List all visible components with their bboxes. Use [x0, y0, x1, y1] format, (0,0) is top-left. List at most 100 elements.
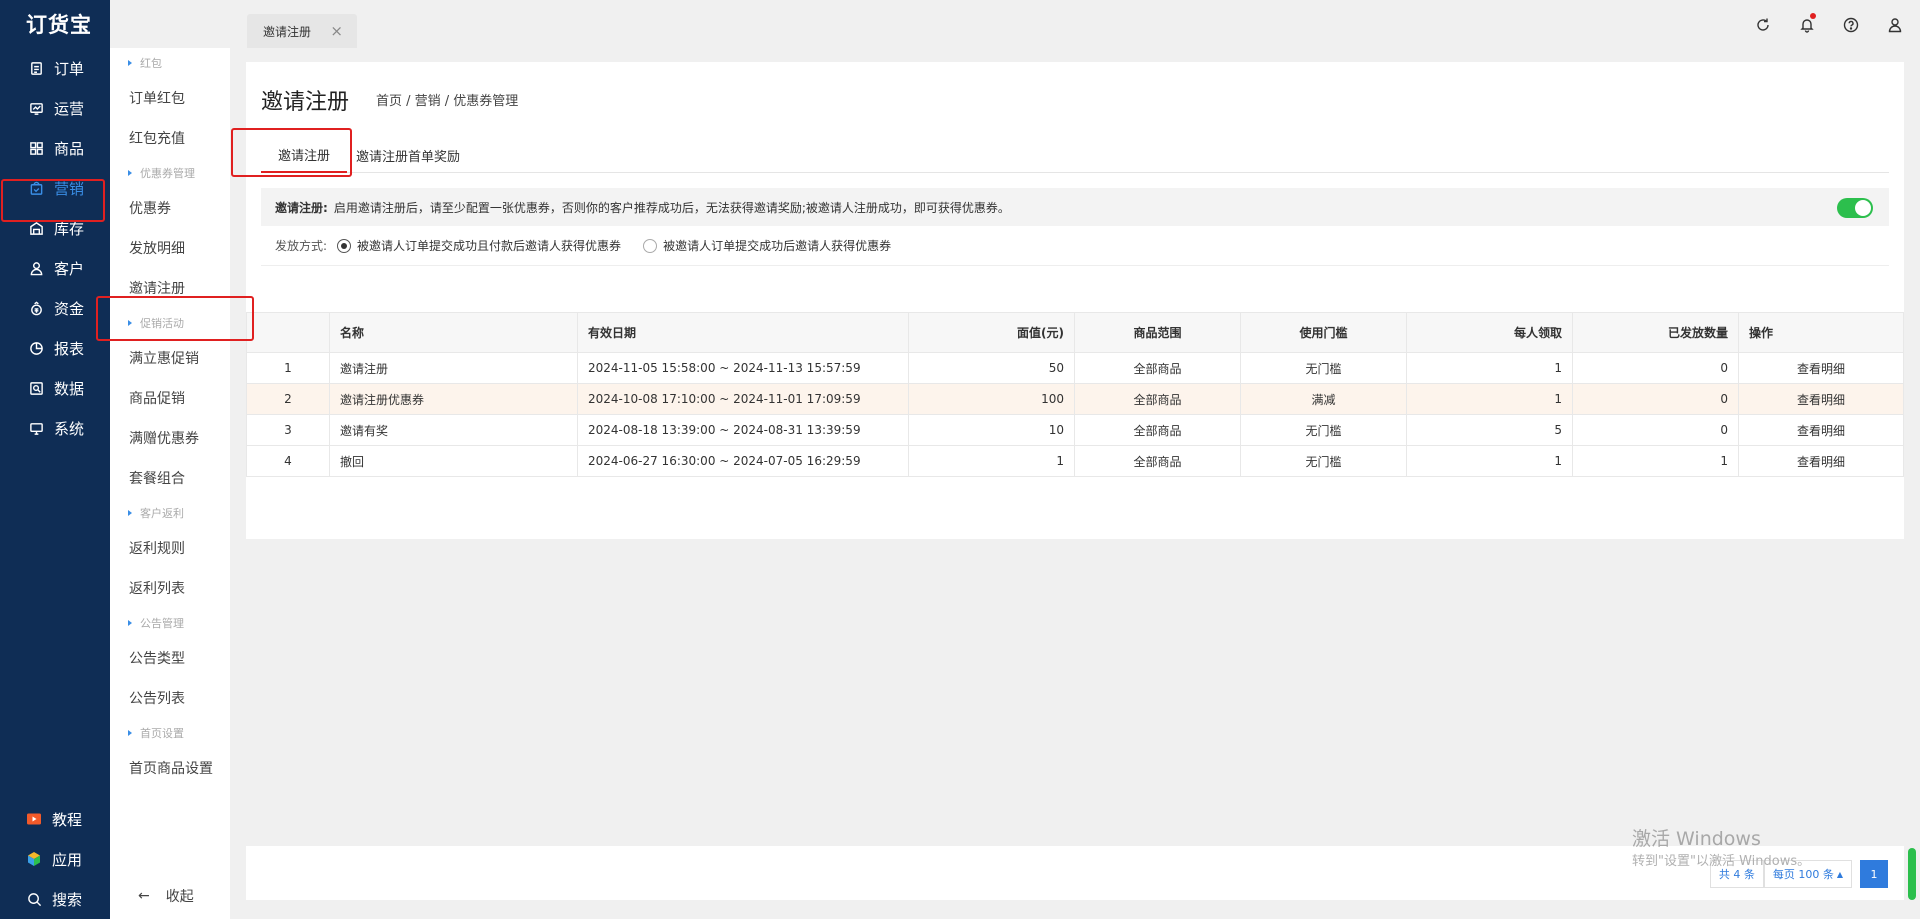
table-cell: 0	[1572, 383, 1739, 415]
tab-invite-register[interactable]: 邀请注册	[261, 137, 347, 173]
nav-item-label: 系统	[54, 419, 85, 438]
refresh-icon[interactable]	[1752, 14, 1774, 36]
col-face-value: 面值(元)	[908, 312, 1075, 353]
table-cell: 2024-06-27 16:30:00 ~ 2024-07-05 16:29:5…	[577, 445, 909, 477]
table-cell: 0	[1572, 352, 1739, 384]
caret-right-icon	[128, 510, 132, 516]
sub-nav-item[interactable]: 优惠券	[110, 188, 230, 228]
radio-unchecked[interactable]	[643, 238, 658, 253]
system-icon	[28, 420, 44, 436]
sub-nav-item[interactable]: 邀请注册	[110, 268, 230, 308]
sub-nav-item[interactable]: 套餐组合	[110, 458, 230, 498]
customer-icon	[28, 260, 44, 276]
scrollbar-thumb[interactable]	[1908, 848, 1916, 900]
sub-nav-item[interactable]: 发放明细	[110, 228, 230, 268]
method-option-submitted[interactable]: 被邀请人订单提交成功后邀请人获得优惠券	[643, 237, 891, 254]
close-icon[interactable]: ×	[330, 22, 343, 40]
view-detail-link[interactable]: 查看明细	[1738, 352, 1904, 384]
app-logo[interactable]: 订货宝	[0, 0, 110, 48]
tab-invite-first-order-reward[interactable]: 邀请注册首单奖励	[356, 137, 460, 173]
nav-item-report[interactable]: 报表	[0, 328, 110, 368]
table-row[interactable]: 4 撤回 2024-06-27 16:30:00 ~ 2024-07-05 16:2…	[246, 445, 1904, 477]
sub-nav-item[interactable]: 公告类型	[110, 638, 230, 678]
nav-item-funds[interactable]: 资金	[0, 288, 110, 328]
col-actions: 操作	[1738, 312, 1904, 353]
sub-nav-group[interactable]: 促销活动	[110, 308, 230, 338]
table-cell: 全部商品	[1074, 414, 1241, 446]
table-cell: 1	[1406, 383, 1573, 415]
sub-nav-item[interactable]: 返利规则	[110, 528, 230, 568]
breadcrumb[interactable]: 首页 / 营销 / 优惠券管理	[376, 90, 518, 109]
sub-nav-item[interactable]: 满立惠促销	[110, 338, 230, 378]
caret-right-icon	[128, 60, 132, 66]
view-detail-link[interactable]: 查看明细	[1738, 445, 1904, 477]
col-valid-date: 有效日期	[577, 312, 909, 353]
view-detail-link[interactable]: 查看明细	[1738, 414, 1904, 446]
tab-label: 邀请注册	[263, 24, 312, 39]
radio-checked[interactable]	[337, 238, 352, 253]
sub-nav-item[interactable]: 首页商品设置	[110, 748, 230, 788]
sub-nav-group-title: 促销活动	[140, 317, 184, 330]
nav-item-label: 搜索	[52, 890, 83, 909]
page-button-current[interactable]: 1	[1860, 860, 1888, 888]
sub-nav-group-title: 红包	[140, 57, 162, 70]
nav-item-warehouse[interactable]: 库存	[0, 208, 110, 248]
user-icon[interactable]	[1884, 14, 1906, 36]
nav-item-search[interactable]: 搜索	[0, 879, 110, 919]
sub-nav-group-title: 公告管理	[140, 617, 184, 630]
content-card: 邀请注册 首页 / 营销 / 优惠券管理 邀请注册 邀请注册首单奖励 邀请注册:…	[246, 62, 1904, 539]
table-cell: 1	[1406, 352, 1573, 384]
nav-item-tutorial[interactable]: 教程	[0, 799, 110, 839]
table-row[interactable]: 1 邀请注册 2024-11-05 15:58:00 ~ 2024-11-13 15…	[246, 352, 1904, 384]
table-cell: 50	[908, 352, 1075, 384]
nav-item-order[interactable]: 订单	[0, 48, 110, 88]
sub-nav-group-title: 优惠券管理	[140, 167, 195, 180]
sub-nav-item[interactable]: 红包充值	[110, 118, 230, 158]
caret-right-icon	[128, 170, 132, 176]
col-per-person: 每人领取	[1406, 312, 1573, 353]
table-row[interactable]: 3 邀请有奖 2024-08-18 13:39:00 ~ 2024-08-31 13…	[246, 414, 1904, 446]
notification-dot	[1810, 13, 1816, 19]
sub-nav-group[interactable]: 公告管理	[110, 608, 230, 638]
sub-nav-group-title: 首页设置	[140, 727, 184, 740]
table-cell: 5	[1406, 414, 1573, 446]
table-cell: 无门槛	[1240, 414, 1407, 446]
table-cell: 全部商品	[1074, 352, 1241, 384]
data-icon	[28, 380, 44, 396]
table-cell: 10	[908, 414, 1075, 446]
nav-item-operation[interactable]: 运营	[0, 88, 110, 128]
sub-nav-group[interactable]: 红包	[110, 48, 230, 78]
nav-item-label: 资金	[54, 299, 85, 318]
sub-nav-group[interactable]: 优惠券管理	[110, 158, 230, 188]
nav-item-data[interactable]: 数据	[0, 368, 110, 408]
table-row[interactable]: 2 邀请注册优惠券 2024-10-08 17:10:00 ~ 2024-11-01…	[246, 383, 1904, 415]
nav-item-system[interactable]: 系统	[0, 408, 110, 448]
sub-nav-item[interactable]: 公告列表	[110, 678, 230, 718]
sub-nav-item[interactable]: 商品促销	[110, 378, 230, 418]
table-cell: 2024-08-18 13:39:00 ~ 2024-08-31 13:39:5…	[577, 414, 909, 446]
view-detail-link[interactable]: 查看明细	[1738, 383, 1904, 415]
col-goods-scope: 商品范围	[1074, 312, 1241, 353]
content-tabs: 邀请注册 邀请注册首单奖励	[261, 137, 1889, 173]
sub-nav-item[interactable]: 订单红包	[110, 78, 230, 118]
nav-item-marketing[interactable]: 营销	[0, 168, 110, 208]
nav-item-customer[interactable]: 客户	[0, 248, 110, 288]
table-cell: 3	[246, 414, 330, 446]
bell-icon[interactable]	[1796, 13, 1818, 36]
table-cell: 2024-11-05 15:58:00 ~ 2024-11-13 15:57:5…	[577, 352, 909, 384]
table-cell: 全部商品	[1074, 383, 1241, 415]
collapse-button[interactable]: ← 收起	[110, 873, 230, 919]
sub-nav-item[interactable]: 返利列表	[110, 568, 230, 608]
nav-item-goods[interactable]: 商品	[0, 128, 110, 168]
main-nav-bottom: 教程 应用搜索	[0, 799, 110, 919]
sub-nav-group[interactable]: 首页设置	[110, 718, 230, 748]
invite-enable-toggle[interactable]	[1837, 198, 1873, 218]
sub-nav-item[interactable]: 满赠优惠券	[110, 418, 230, 458]
method-option-paid[interactable]: 被邀请人订单提交成功且付款后邀请人获得优惠券	[337, 237, 621, 254]
help-icon[interactable]	[1840, 14, 1862, 36]
nav-item-label: 运营	[54, 99, 85, 118]
tab-invite-register[interactable]: 邀请注册 ×	[247, 14, 357, 48]
notice-text: 启用邀请注册后，请至少配置一张优惠券，否则你的客户推荐成功后，无法获得邀请奖励;…	[333, 200, 1010, 215]
nav-item-apps[interactable]: 应用	[0, 839, 110, 879]
sub-nav-group[interactable]: 客户返利	[110, 498, 230, 528]
